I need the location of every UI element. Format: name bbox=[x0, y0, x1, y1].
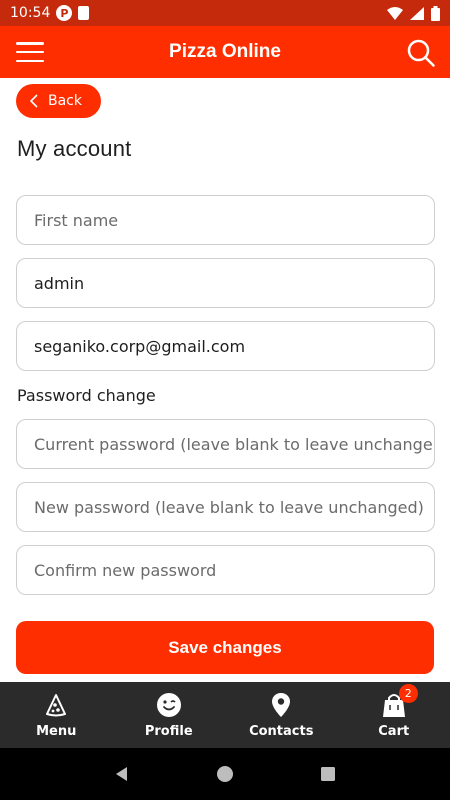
email-field[interactable]: seganiko.corp@gmail.com bbox=[16, 321, 435, 371]
battery-icon bbox=[431, 5, 440, 21]
password-change-label: Password change bbox=[17, 386, 156, 405]
recents-square-icon[interactable] bbox=[318, 764, 338, 784]
confirm-password-field[interactable]: Confirm new password bbox=[16, 545, 435, 595]
system-nav-bar bbox=[0, 748, 450, 800]
nav-item-menu[interactable]: Menu bbox=[0, 682, 113, 748]
save-changes-button[interactable]: Save changes bbox=[16, 621, 434, 674]
page-title: My account bbox=[17, 136, 132, 161]
smiley-icon bbox=[156, 692, 181, 717]
app-bar: Pizza Online bbox=[0, 26, 450, 78]
nav-item-profile[interactable]: Profile bbox=[113, 682, 226, 748]
location-pin-icon bbox=[272, 692, 291, 717]
wifi-icon bbox=[387, 6, 403, 20]
back-button-label: Back bbox=[48, 93, 82, 109]
back-triangle-icon[interactable] bbox=[112, 764, 132, 784]
chevron-left-icon bbox=[30, 94, 38, 108]
search-icon[interactable] bbox=[406, 38, 436, 68]
bottom-nav: Menu Profile Contacts 2 Cart bbox=[0, 682, 450, 748]
last-name-field[interactable]: admin bbox=[16, 258, 435, 308]
first-name-field[interactable]: First name bbox=[16, 195, 435, 245]
signal-icon bbox=[410, 6, 424, 20]
nav-label-contacts: Contacts bbox=[249, 723, 314, 739]
status-bar: 10:54 P bbox=[0, 0, 450, 26]
new-password-field[interactable]: New password (leave blank to leave uncha… bbox=[16, 482, 435, 532]
nav-label-cart: Cart bbox=[378, 723, 410, 739]
app-notification-icon: P bbox=[56, 5, 73, 21]
home-circle-icon[interactable] bbox=[215, 764, 235, 784]
cart-count-badge: 2 bbox=[398, 683, 418, 703]
pizza-slice-icon bbox=[46, 693, 67, 716]
current-password-field[interactable]: Current password (leave blank to leave u… bbox=[16, 419, 435, 469]
sd-card-icon bbox=[78, 6, 90, 20]
back-button[interactable]: Back bbox=[16, 84, 101, 118]
nav-item-cart[interactable]: 2 Cart bbox=[338, 682, 450, 748]
status-time: 10:54 bbox=[10, 5, 51, 21]
hamburger-icon[interactable] bbox=[16, 39, 44, 65]
nav-label-menu: Menu bbox=[36, 723, 77, 739]
app-title: Pizza Online bbox=[169, 41, 281, 62]
nav-label-profile: Profile bbox=[144, 723, 193, 739]
nav-item-contacts[interactable]: Contacts bbox=[225, 682, 338, 748]
